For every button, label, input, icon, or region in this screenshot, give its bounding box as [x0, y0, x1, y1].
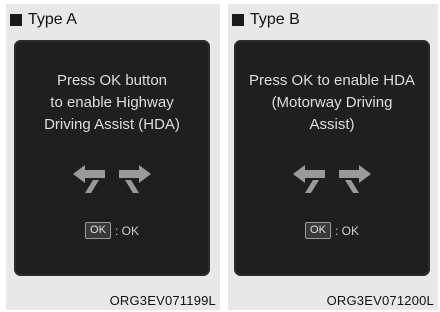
ok-instruction: OK : OK: [14, 222, 210, 239]
ok-key: OK: [305, 222, 331, 239]
hda-message: Press OK to enable HDA (Motorway Driving…: [249, 72, 415, 133]
cluster-display: Press OK button to enable Highway Drivin…: [14, 40, 210, 276]
lane-change-arrows-icon: [14, 162, 210, 194]
ok-text: : OK: [334, 223, 359, 238]
type-header: Type B: [232, 10, 300, 30]
bullet-square-icon: [232, 14, 244, 26]
hda-message: Press OK button to enable Highway Drivin…: [44, 72, 180, 133]
panel-type-a: Type A Press OK button to enable Highway…: [6, 4, 220, 310]
figure-code: ORG3EV071200L: [326, 293, 434, 308]
type-label: Type A: [28, 11, 77, 28]
right-arrow-icon: [339, 165, 371, 193]
left-arrow-icon: [73, 165, 105, 193]
lane-change-arrows-icon: [234, 162, 430, 194]
right-arrow-icon: [119, 165, 151, 193]
bullet-square-icon: [10, 14, 22, 26]
left-arrow-icon: [293, 165, 325, 193]
panel-type-b: Type B Press OK to enable HDA (Motorway …: [228, 4, 438, 310]
figure-code: ORG3EV071199L: [109, 293, 216, 308]
type-header: Type A: [10, 10, 77, 30]
type-label: Type B: [250, 11, 300, 28]
ok-text: : OK: [114, 223, 139, 238]
ok-instruction: OK : OK: [234, 222, 430, 239]
cluster-display: Press OK to enable HDA (Motorway Driving…: [234, 40, 430, 276]
ok-key: OK: [85, 222, 111, 239]
